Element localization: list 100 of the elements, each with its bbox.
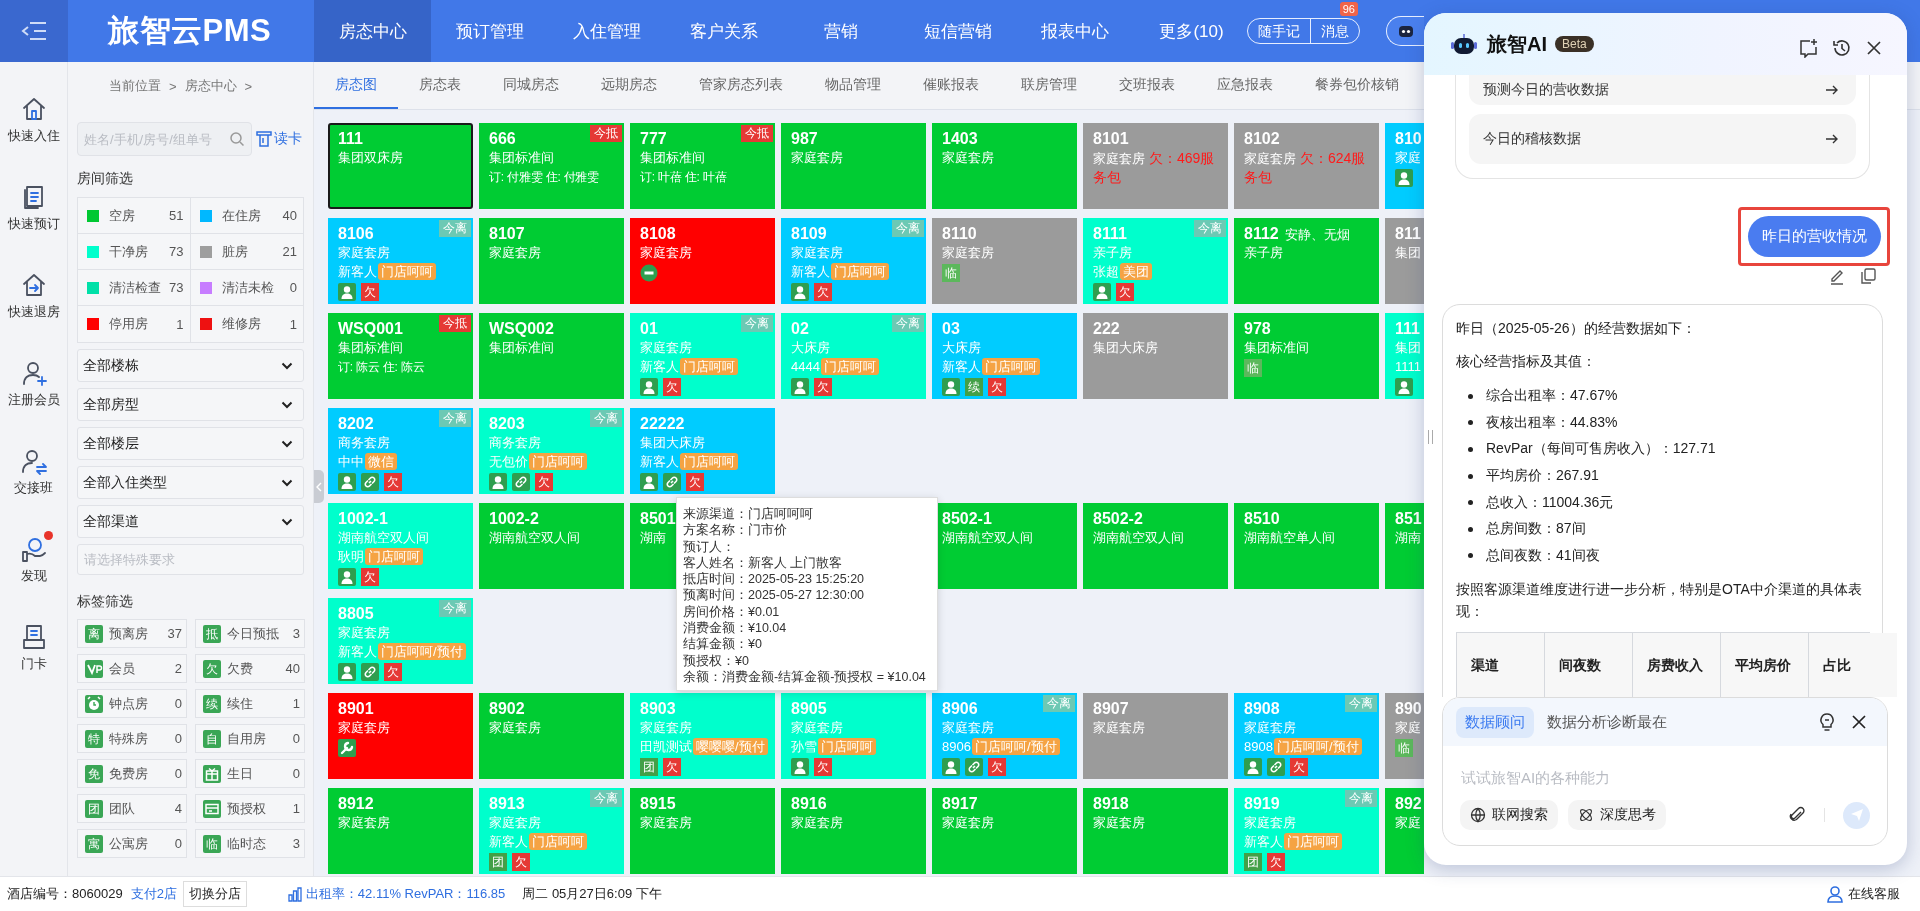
- room-type: 集团: [1395, 244, 1422, 262]
- room-number: 8912: [338, 794, 374, 814]
- room-type: 集团大床房: [1093, 339, 1159, 357]
- room-type: 家庭套房: [791, 244, 844, 262]
- status-tag: 欠: [686, 473, 704, 491]
- room-number: 03: [942, 319, 960, 339]
- status-tag: 续: [965, 378, 983, 396]
- assistant-title: 旅智AI: [1487, 31, 1547, 57]
- guest-name: 新客人: [640, 452, 679, 471]
- room-type: 家庭套房: [640, 719, 693, 737]
- room-number: 8106: [338, 224, 374, 244]
- room-type: 家庭: [1395, 149, 1422, 167]
- tooltip-line: 房间价格：¥0.01: [683, 603, 781, 621]
- answer-bullet-text: 总房间数：87间: [1486, 520, 1586, 539]
- room-number: 8502-1: [942, 509, 992, 529]
- status-tag: 欠: [1290, 758, 1308, 776]
- date-badge: 今离: [1194, 220, 1226, 237]
- room-type: 家庭套房: [338, 719, 391, 737]
- room-number: 111: [1395, 319, 1420, 339]
- room-type: 亲子房: [1244, 244, 1284, 262]
- section-heading: 标签筛选: [77, 593, 134, 611]
- date-badge: 今离: [1345, 695, 1377, 712]
- status-tag: 欠: [988, 758, 1006, 776]
- room-type: 大床房: [942, 339, 982, 357]
- status-tag: 欠: [988, 378, 1006, 396]
- room-number: 8102: [1244, 129, 1280, 149]
- room-info: 家庭套房 欠：624服务包: [1244, 149, 1367, 187]
- status-tag: 欠: [361, 568, 379, 586]
- guest-name: 孙雪: [791, 737, 817, 756]
- room-type: 集团: [1395, 339, 1422, 357]
- guest-name: 田凯测试: [640, 737, 692, 756]
- table-header-cell: 平均房价: [1721, 633, 1809, 697]
- guest-name: 8906: [942, 739, 971, 754]
- room-type: 家庭套房: [338, 244, 391, 262]
- room-number: 8107: [489, 224, 525, 244]
- tooltip-line: 客人姓名：新客人 上门散客: [683, 554, 844, 572]
- channel-tag: 门店呵呵: [831, 263, 889, 280]
- room-number: 8510: [1244, 509, 1280, 529]
- room-number: 8101: [1093, 129, 1129, 149]
- room-number: 8918: [1093, 794, 1129, 814]
- status-tag: 临: [1244, 359, 1262, 377]
- guest-name: 耿明: [338, 547, 364, 566]
- app-logo: 旅智云PMS: [107, 12, 273, 50]
- room-number: 8915: [640, 794, 676, 814]
- guest-name: 1111: [1395, 359, 1422, 374]
- room-number: 8502-2: [1093, 509, 1143, 529]
- room-number: 851: [1395, 509, 1422, 529]
- table-header-cell: 渠道: [1457, 633, 1545, 697]
- room-type: 亲子房: [1093, 244, 1133, 262]
- room-type: 集团标准间: [1244, 339, 1310, 357]
- room-number: 02: [791, 319, 809, 339]
- channel-tag: 门店呵呵/预付: [378, 643, 466, 660]
- room-note: 安静、无烟: [1284, 226, 1350, 244]
- booking-info: 订: 付雅雯 住: 付雅雯: [489, 169, 600, 186]
- tooltip-line: 余额：消费金额-结算金额-预授权 = ¥10.04: [683, 668, 927, 686]
- room-type: 家庭套房: [942, 149, 995, 167]
- channel-tag: 门店呵呵: [680, 453, 738, 470]
- guest-name: 新客人: [640, 357, 679, 376]
- room-type: 湖南航空单人间: [1244, 529, 1336, 547]
- room-type: 家庭套房: [1244, 719, 1297, 737]
- room-number: 111: [338, 129, 363, 149]
- room-number: 8903: [640, 699, 676, 719]
- room-type: 家庭套房: [338, 814, 391, 832]
- room-type: 家庭套房: [489, 814, 542, 832]
- date-badge: 今离: [439, 600, 471, 617]
- guest-name: 中中: [338, 452, 364, 471]
- answer-bullet-text: 总间夜数：41间夜: [1486, 546, 1600, 565]
- room-number: 8108: [640, 224, 676, 244]
- room-type: 大床房: [791, 339, 831, 357]
- date-badge: 今离: [590, 410, 622, 427]
- room-number: WSQ001: [338, 319, 403, 339]
- room-number: 777: [640, 129, 667, 149]
- channel-tag: 嘤嘤嘤/预付: [693, 738, 768, 755]
- occupancy-stats: 出租率：42.11% RevPAR：116.85: [305, 885, 506, 903]
- room-type: 家庭套房: [1093, 814, 1146, 832]
- channel-tag: 门店呵呵: [818, 738, 876, 755]
- guest-name: 新客人: [338, 642, 377, 661]
- room-number: 666: [489, 129, 516, 149]
- room-number: 8501: [640, 509, 676, 529]
- guest-name: 无包价: [489, 452, 528, 471]
- guest-name: 新客人: [489, 832, 528, 851]
- booking-info: 订: 陈云 住: 陈云: [338, 359, 425, 376]
- mode-description: 数据分析诊断最在: [1547, 712, 1668, 732]
- status-tag: 欠: [1116, 283, 1134, 301]
- room-number: 8111: [1093, 224, 1127, 244]
- room-type: 家庭套房: [791, 149, 844, 167]
- room-type: 集团标准间: [489, 339, 555, 357]
- date-badge: 今离: [892, 220, 924, 237]
- room-type: 湖南航空双人间: [338, 529, 430, 547]
- channel-tag: 门店呵呵: [529, 453, 587, 470]
- room-number: WSQ002: [489, 319, 554, 339]
- channel-tag: 门店呵呵: [680, 358, 738, 375]
- table-header-cell: 间夜数: [1545, 633, 1633, 697]
- tooltip-line: 方案名称：门市价: [683, 522, 788, 539]
- room-type: 家庭套房: [791, 719, 844, 737]
- room-type: 家庭套房: [1244, 814, 1297, 832]
- room-number: 8919: [1244, 794, 1280, 814]
- tag-mark: 自: [203, 729, 221, 748]
- status-tag: 欠: [814, 758, 832, 776]
- date-badge: 今离: [439, 410, 471, 427]
